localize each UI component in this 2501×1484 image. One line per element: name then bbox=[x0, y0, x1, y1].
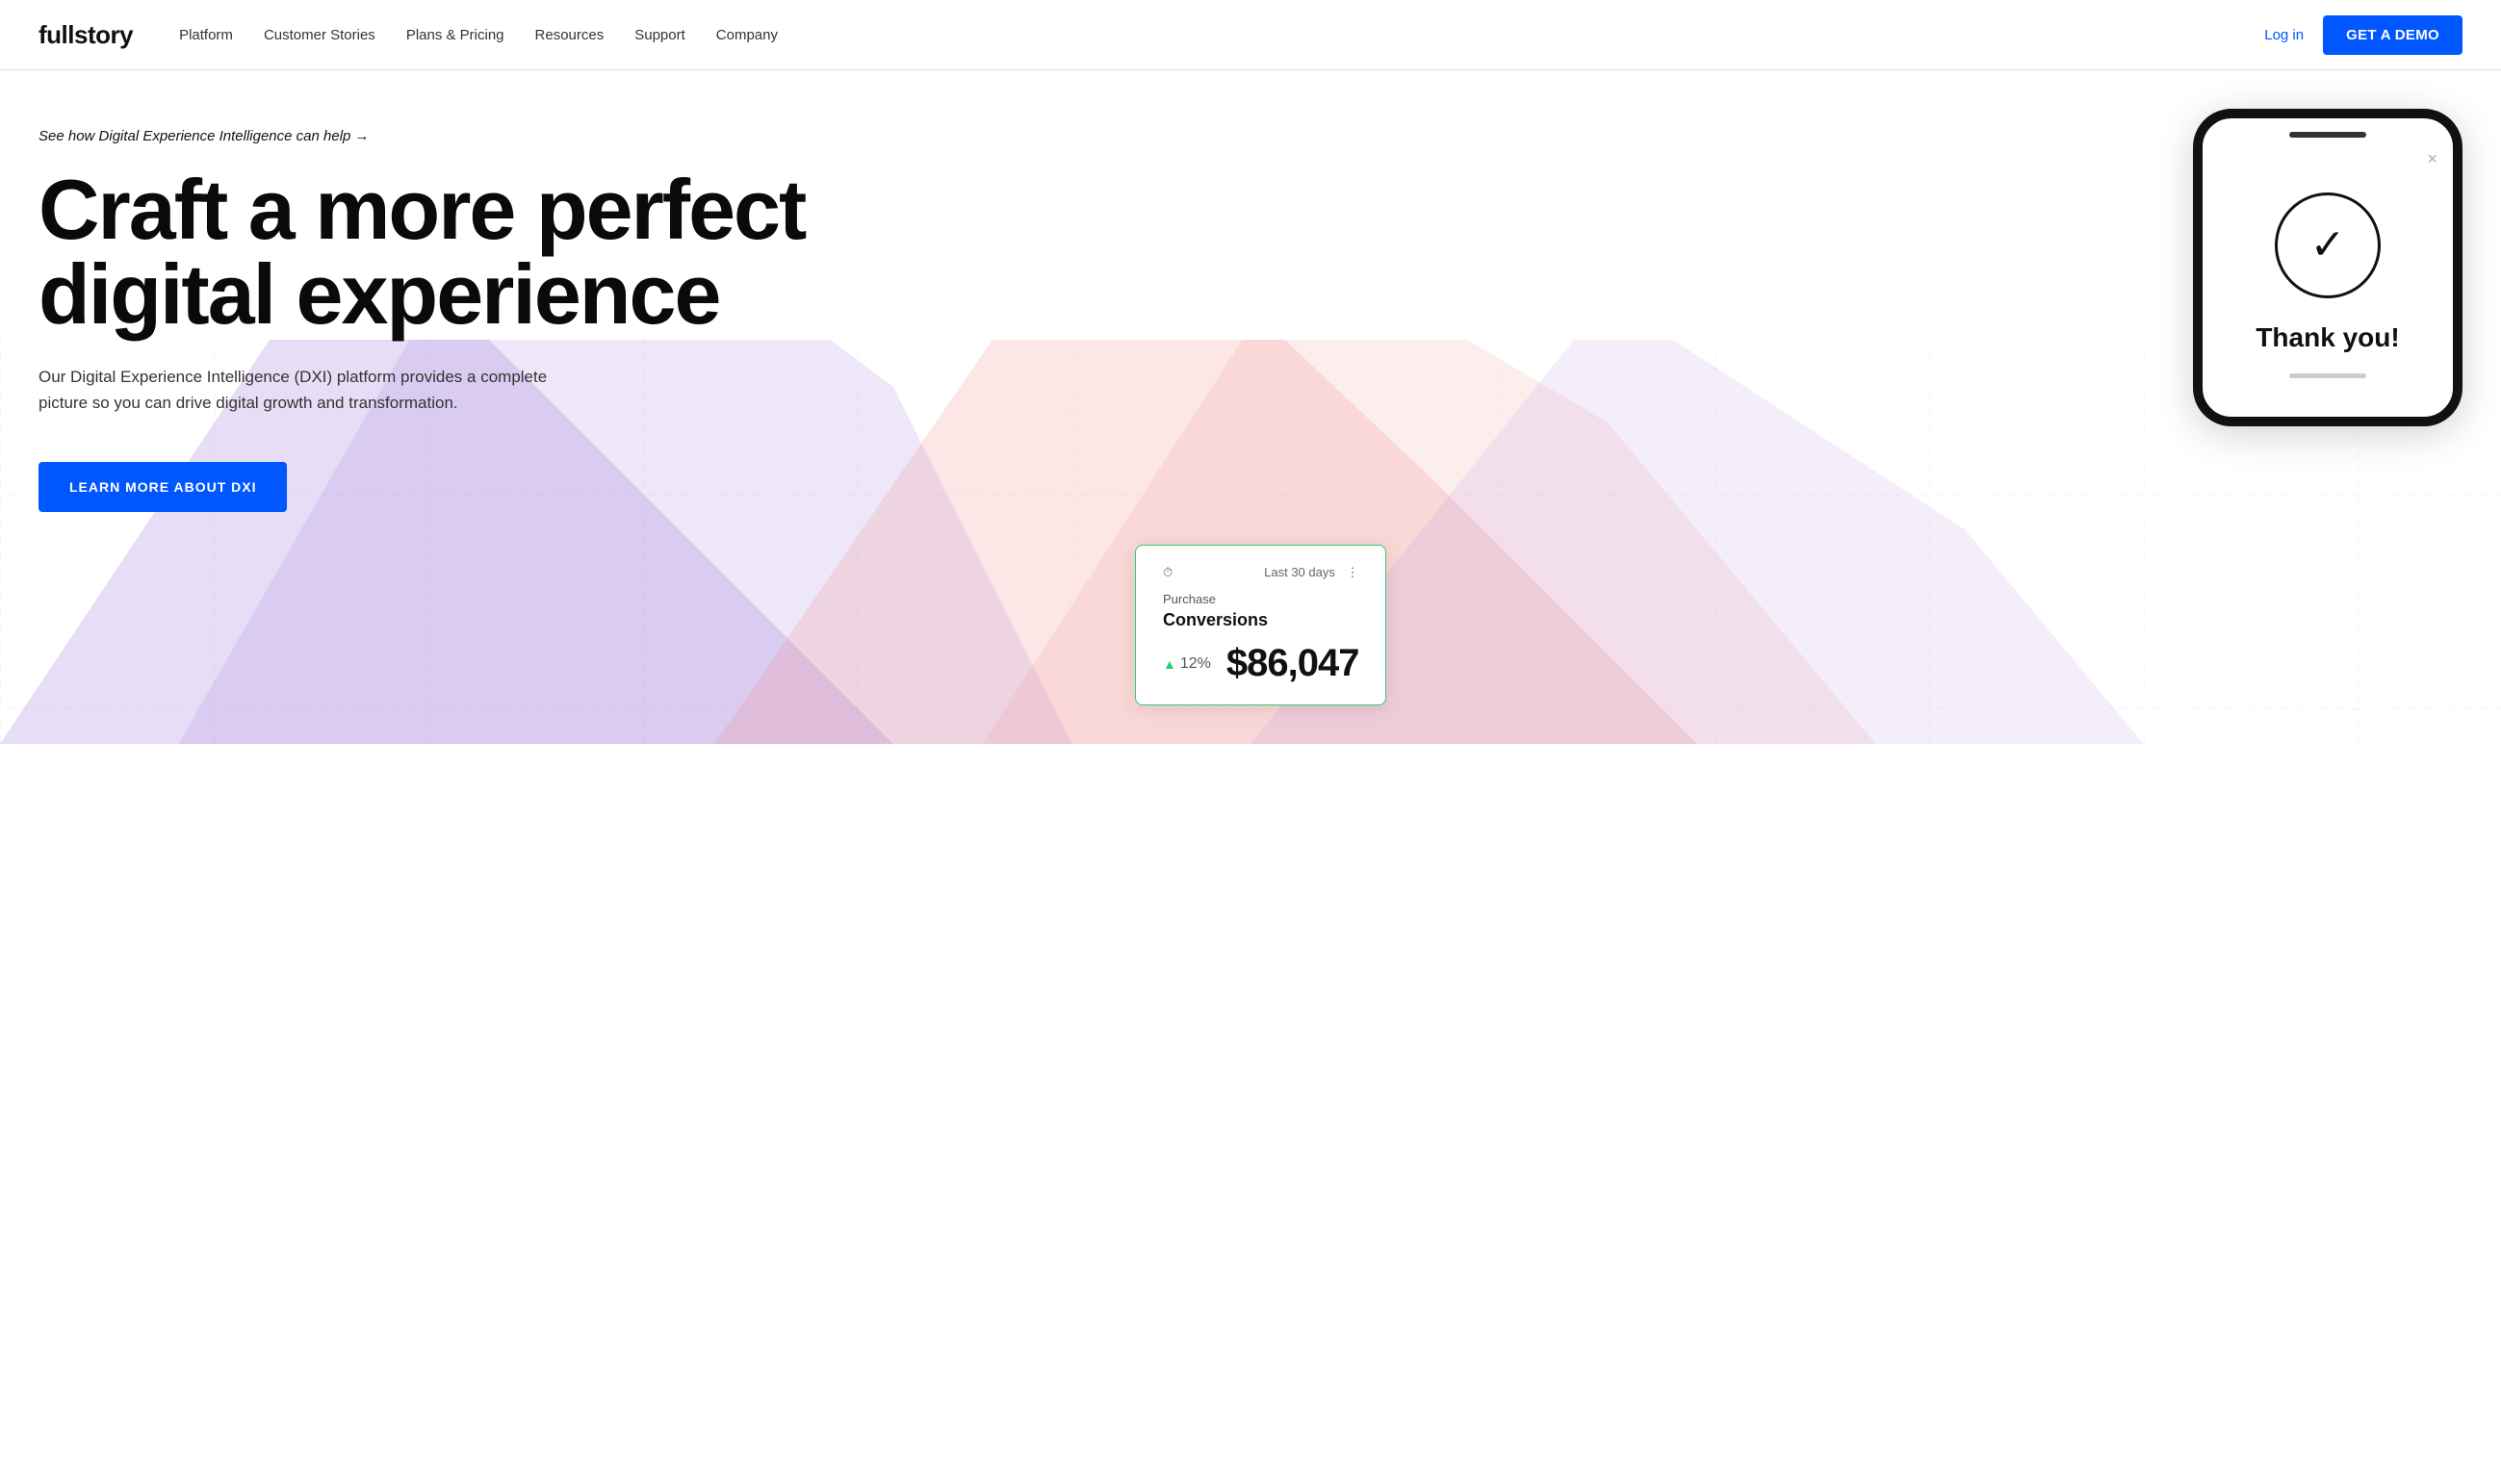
hero-section: See how Digital Experience Intelligence … bbox=[0, 70, 2501, 744]
card-title: Conversions bbox=[1163, 610, 1358, 630]
nav-resources[interactable]: Resources bbox=[535, 27, 605, 43]
get-demo-button[interactable]: GET A DEMO bbox=[2323, 15, 2462, 55]
card-value-row: ▲ 12% $86,047 bbox=[1163, 642, 1358, 685]
logo[interactable]: fullstory bbox=[39, 20, 133, 50]
trend-up-icon: ▲ bbox=[1163, 656, 1176, 672]
phone-close-button[interactable]: × bbox=[2203, 138, 2453, 169]
login-link[interactable]: Log in bbox=[2264, 27, 2304, 43]
phone-progress-bar bbox=[2289, 373, 2366, 378]
nav-company[interactable]: Company bbox=[716, 27, 778, 43]
nav-actions: Log in GET A DEMO bbox=[2264, 15, 2462, 55]
nav-support[interactable]: Support bbox=[634, 27, 685, 43]
card-dollar-value: $86,047 bbox=[1226, 642, 1359, 685]
thank-you-text: Thank you! bbox=[2226, 321, 2430, 354]
more-icon[interactable]: ⋮ bbox=[1346, 565, 1358, 579]
check-icon: ✓ bbox=[2310, 224, 2346, 267]
phone-body: ✓ Thank you! bbox=[2203, 169, 2453, 417]
phone-check-circle: ✓ bbox=[2275, 192, 2381, 298]
card-label: Purchase bbox=[1163, 592, 1358, 606]
card-header: ⏱ Last 30 days ⋮ bbox=[1163, 565, 1358, 580]
nav-customer-stories[interactable]: Customer Stories bbox=[264, 27, 375, 43]
nav-platform[interactable]: Platform bbox=[179, 27, 233, 43]
nav-plans-pricing[interactable]: Plans & Pricing bbox=[406, 27, 504, 43]
card-time-range: Last 30 days ⋮ bbox=[1264, 565, 1358, 580]
phone-mockup: × ✓ Thank you! bbox=[2193, 109, 2462, 426]
navbar: fullstory Platform Customer Stories Plan… bbox=[0, 0, 2501, 69]
hero-content: See how Digital Experience Intelligence … bbox=[39, 128, 2462, 512]
card-percent: ▲ 12% bbox=[1163, 655, 1211, 673]
hero-badge-link[interactable]: See how Digital Experience Intelligence … bbox=[39, 128, 370, 144]
learn-more-dxi-button[interactable]: LEARN MORE ABOUT DXI bbox=[39, 462, 287, 512]
card-header-left: ⏱ bbox=[1163, 565, 1173, 580]
nav-links: Platform Customer Stories Plans & Pricin… bbox=[179, 27, 2264, 43]
hero-headline: Craft a more perfect digital experience bbox=[39, 167, 828, 337]
clock-icon: ⏱ bbox=[1163, 565, 1173, 580]
hero-subtext: Our Digital Experience Intelligence (DXI… bbox=[39, 364, 578, 416]
conversion-card: ⏱ Last 30 days ⋮ Purchase Conversions ▲ … bbox=[1135, 545, 1386, 705]
